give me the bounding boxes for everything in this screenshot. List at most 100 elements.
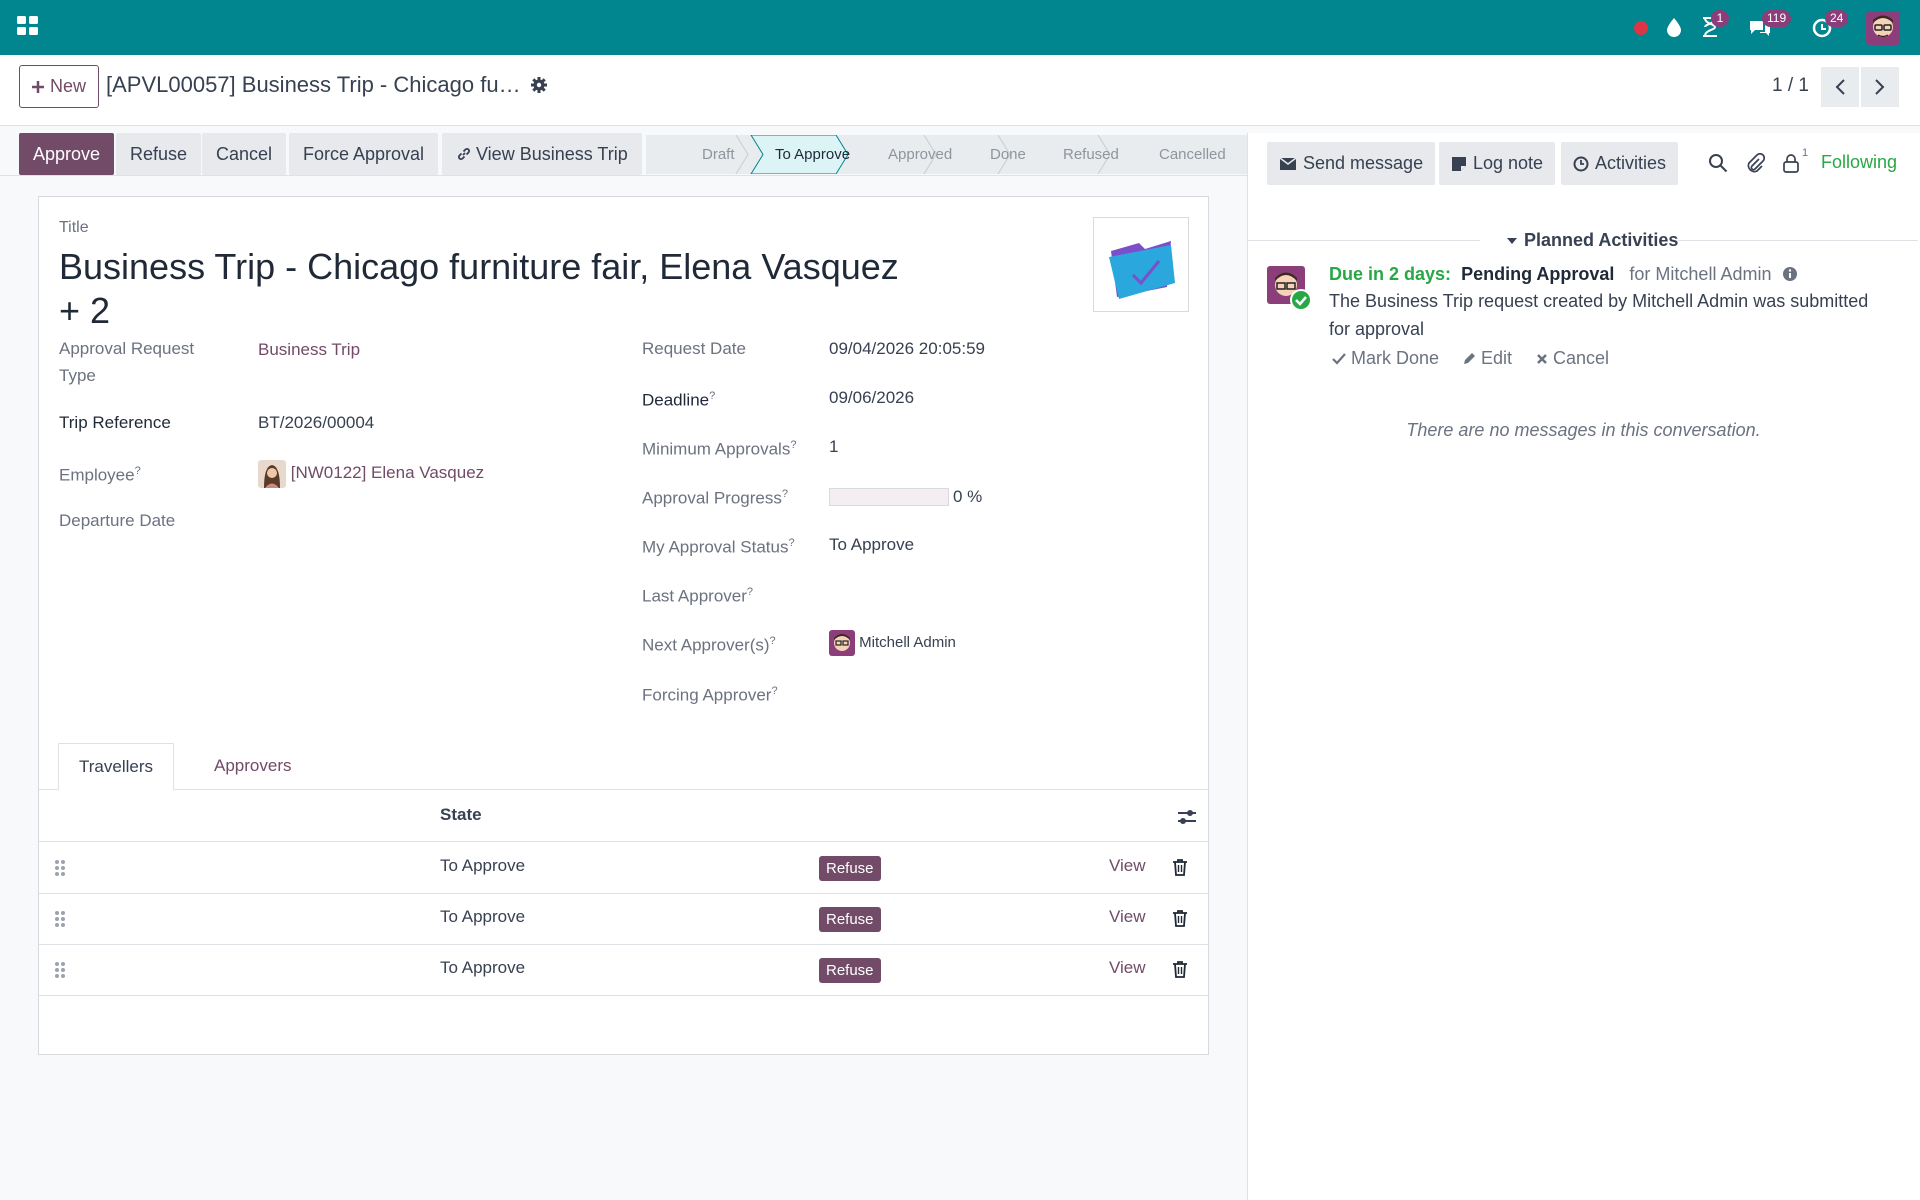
stage-cancelled[interactable]: Cancelled [1159, 135, 1226, 174]
list-header: State [39, 791, 1208, 842]
view-business-trip-button[interactable]: View Business Trip [442, 133, 642, 175]
table-row[interactable]: To Approve Refuse View [39, 843, 1208, 894]
empty-conversation-text: There are no messages in this conversati… [1406, 420, 1761, 440]
activity-summary: Pending Approval [1461, 264, 1615, 284]
apps-grid-icon[interactable] [16, 14, 40, 38]
help-mark[interactable]: ? [709, 390, 715, 402]
pager-next-button[interactable] [1861, 67, 1899, 107]
activity-header: Due in 2 days: Pending Approval for Mitc… [1329, 264, 1798, 285]
note-icon [1452, 156, 1466, 171]
next-approvers-value[interactable]: Mitchell Admin [829, 629, 956, 657]
optional-columns-icon[interactable] [1176, 807, 1198, 827]
help-mark[interactable]: ? [747, 586, 753, 598]
view-row-link[interactable]: View [1109, 907, 1146, 927]
table-row[interactable]: To Approve Refuse View [39, 945, 1208, 996]
divider [1678, 240, 1918, 241]
activities-button[interactable]: Activities [1561, 142, 1679, 185]
help-mark[interactable]: ? [135, 465, 141, 477]
refuse-row-button[interactable]: Refuse [819, 907, 881, 932]
drop-icon[interactable] [1661, 14, 1687, 40]
trip-reference-label: Trip Reference [59, 413, 171, 432]
control-panel: New [APVL00057] Business Trip - Chicago … [0, 55, 1920, 126]
activity-user-avatar [1267, 266, 1311, 310]
followers-lock-icon[interactable] [1781, 153, 1801, 173]
clock-icon [1573, 156, 1589, 171]
trash-icon[interactable] [1172, 960, 1188, 978]
employee-label: Employee? [59, 458, 141, 489]
approval-folder-icon [1109, 240, 1175, 299]
planned-activities-toggle[interactable]: Planned Activities [1506, 230, 1678, 251]
record-image[interactable] [1093, 217, 1189, 312]
help-mark[interactable]: ? [788, 537, 794, 549]
employee-value[interactable]: [NW0122] Elena Vasquez [258, 459, 484, 488]
chevron-left-icon [1835, 79, 1845, 95]
table-row[interactable]: To Approve Refuse View [39, 894, 1208, 945]
minimum-approvals-label-text: Minimum Approvals [642, 439, 791, 459]
deadline-value[interactable]: 09/06/2026 [829, 384, 914, 411]
send-message-button[interactable]: Send message [1267, 142, 1436, 185]
record-icon[interactable] [1628, 14, 1654, 40]
my-approval-status-value: To Approve [829, 535, 915, 554]
cancel-label: Cancel [1553, 348, 1610, 368]
help-mark[interactable]: ? [782, 488, 788, 500]
stage-pipeline: Draft To Approve Approved Done Refused C… [646, 135, 1247, 174]
deadline-label: Deadline? [642, 383, 715, 414]
info-icon[interactable] [1782, 266, 1798, 282]
page-title[interactable]: Business Trip - Chicago furniture fair, … [59, 245, 919, 333]
trip-reference-value[interactable]: BT/2026/00004 [258, 409, 374, 436]
statusbar-divider [0, 175, 1248, 176]
my-approval-status-label: My Approval Status? [642, 530, 795, 561]
state-cell: To Approve [440, 907, 526, 926]
cancel-button[interactable]: Cancel [202, 133, 287, 175]
new-button[interactable]: New [19, 65, 100, 108]
tab-approvers[interactable]: Approvers [194, 743, 311, 791]
tab-travellers[interactable]: Travellers [58, 743, 174, 791]
trash-icon[interactable] [1172, 858, 1188, 876]
gear-icon[interactable] [530, 76, 548, 94]
pager-previous-button[interactable] [1821, 67, 1859, 107]
top-navbar: 1 119 24 [0, 0, 1920, 55]
approval-request-type-value[interactable]: Business Trip [258, 336, 360, 363]
activities-label: Activities [1595, 153, 1667, 173]
force-approval-button[interactable]: Force Approval [289, 133, 439, 175]
trash-icon[interactable] [1172, 909, 1188, 927]
check-icon [1332, 352, 1346, 365]
edit-activity-button[interactable]: Edit [1462, 348, 1512, 369]
stage-to-approve[interactable]: To Approve [775, 135, 850, 174]
employee-avatar [258, 459, 286, 488]
approve-button[interactable]: Approve [19, 133, 115, 175]
stage-refused[interactable]: Refused [1063, 135, 1119, 174]
mark-done-button[interactable]: Mark Done [1332, 348, 1439, 369]
refuse-row-button[interactable]: Refuse [819, 856, 881, 881]
activity-description: The Business Trip request created by Mit… [1329, 291, 1869, 339]
caret-down-icon [1507, 237, 1517, 244]
log-note-button[interactable]: Log note [1439, 142, 1556, 185]
refuse-button[interactable]: Refuse [116, 133, 202, 175]
request-date-value[interactable]: 09/04/2026 20:05:59 [829, 335, 985, 362]
help-mark[interactable]: ? [790, 439, 796, 451]
plus-icon [32, 80, 44, 93]
drag-handle-icon[interactable] [54, 961, 66, 979]
drag-handle-icon[interactable] [54, 859, 66, 877]
edit-label: Edit [1481, 348, 1513, 368]
paperclip-icon[interactable] [1745, 153, 1765, 173]
pager-value[interactable]: 1 / 1 [1772, 75, 1809, 97]
next-approvers-label: Next Approver(s)? [642, 628, 776, 659]
stage-approved[interactable]: Approved [888, 135, 952, 174]
following-button[interactable]: Following [1821, 152, 1897, 173]
refuse-row-button[interactable]: Refuse [819, 958, 881, 983]
cancel-activity-button[interactable]: Cancel [1536, 348, 1609, 369]
view-row-link[interactable]: View [1109, 856, 1146, 876]
send-message-label: Send message [1303, 153, 1424, 173]
column-header-state[interactable]: State [440, 805, 482, 825]
help-mark[interactable]: ? [770, 635, 776, 647]
minimum-approvals-value[interactable]: 1 [829, 433, 838, 460]
stage-done[interactable]: Done [990, 135, 1026, 174]
help-mark[interactable]: ? [771, 685, 777, 697]
next-approver-name: Mitchell Admin [859, 634, 956, 651]
search-icon[interactable] [1708, 153, 1728, 173]
view-row-link[interactable]: View [1109, 958, 1146, 978]
user-avatar[interactable] [1866, 11, 1900, 45]
drag-handle-icon[interactable] [54, 910, 66, 928]
stage-draft[interactable]: Draft [702, 135, 735, 174]
